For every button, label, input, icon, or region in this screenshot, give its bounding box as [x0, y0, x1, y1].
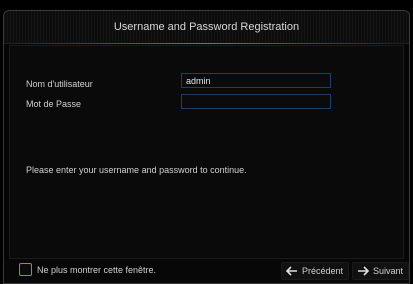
- dialog-footer: Ne plus montrer cette fenêtre. Précédent…: [4, 259, 409, 283]
- title-accent-line: [4, 43, 409, 44]
- next-button-label: Suivant: [373, 266, 404, 276]
- dont-show-again-checkbox[interactable]: [19, 263, 32, 276]
- username-input[interactable]: [181, 73, 331, 88]
- dialog-titlebar: Username and Password Registration: [4, 11, 409, 44]
- instruction-message: Please enter your username and password …: [26, 165, 247, 175]
- registration-dialog: Username and Password Registration Nom d…: [3, 10, 410, 284]
- arrow-right-icon: [357, 266, 369, 276]
- password-input[interactable]: [181, 94, 331, 109]
- previous-button-label: Précédent: [302, 266, 344, 276]
- dialog-title: Username and Password Registration: [113, 21, 300, 33]
- password-label: Mot de Passe: [26, 99, 82, 109]
- username-label: Nom d'utilisateur: [26, 79, 93, 89]
- previous-button[interactable]: Précédent: [281, 262, 349, 280]
- form-panel: Nom d'utilisateur Mot de Passe Please en…: [9, 45, 404, 259]
- dont-show-again-toggle[interactable]: Ne plus montrer cette fenêtre.: [19, 263, 156, 276]
- dont-show-again-label: Ne plus montrer cette fenêtre.: [37, 264, 157, 275]
- next-button[interactable]: Suivant: [352, 262, 409, 280]
- arrow-left-icon: [286, 266, 298, 276]
